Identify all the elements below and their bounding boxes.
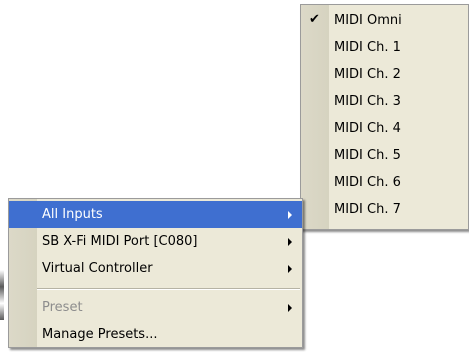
submenu-item-midi-ch-1[interactable]: MIDI Ch. 1: [301, 34, 468, 61]
submenu-item-label: MIDI Ch. 1: [334, 40, 401, 55]
menu-item-label: Virtual Controller: [42, 261, 153, 276]
submenu-item-label: MIDI Ch. 3: [334, 94, 401, 109]
menu-item-sb-xfi-midi-port[interactable]: SB X-Fi MIDI Port [C080]: [9, 228, 302, 255]
submenu-item-label: MIDI Ch. 4: [334, 121, 401, 136]
submenu-item-label: MIDI Ch. 5: [334, 148, 401, 163]
submenu-arrow-icon: [288, 211, 292, 219]
submenu-arrow-icon: [288, 265, 292, 273]
menu-item-label: Manage Presets...: [42, 327, 158, 342]
submenu-item-midi-ch-7[interactable]: MIDI Ch. 7: [301, 196, 468, 223]
checkmark-icon: ✔: [309, 12, 320, 27]
submenu-item-label: MIDI Omni: [334, 13, 402, 28]
submenu-item-midi-ch-4[interactable]: MIDI Ch. 4: [301, 115, 468, 142]
submenu-arrow-icon: [288, 304, 292, 312]
menu-separator: [37, 288, 300, 290]
submenu-item-midi-omni[interactable]: ✔ MIDI Omni: [301, 7, 468, 34]
menu-item-label: SB X-Fi MIDI Port [C080]: [42, 234, 198, 249]
midi-channel-submenu: ✔ MIDI Omni MIDI Ch. 1 MIDI Ch. 2 MIDI C…: [300, 4, 469, 230]
submenu-item-midi-ch-2[interactable]: MIDI Ch. 2: [301, 61, 468, 88]
submenu-item-midi-ch-6[interactable]: MIDI Ch. 6: [301, 169, 468, 196]
submenu-item-label: MIDI Ch. 6: [334, 175, 401, 190]
menu-item-virtual-controller[interactable]: Virtual Controller: [9, 255, 302, 282]
menu-item-preset: Preset: [9, 294, 302, 321]
menu-item-all-inputs[interactable]: All Inputs: [9, 201, 302, 228]
midi-input-context-menu: All Inputs SB X-Fi MIDI Port [C080] Virt…: [8, 198, 303, 348]
submenu-item-midi-ch-3[interactable]: MIDI Ch. 3: [301, 88, 468, 115]
submenu-item-label: MIDI Ch. 2: [334, 67, 401, 82]
submenu-arrow-icon: [288, 238, 292, 246]
submenu-item-midi-ch-5[interactable]: MIDI Ch. 5: [301, 142, 468, 169]
menu-item-label: All Inputs: [42, 207, 103, 222]
menu-item-label: Preset: [42, 300, 83, 315]
background-window-edge: [0, 270, 4, 320]
submenu-item-label: MIDI Ch. 7: [334, 202, 401, 217]
menu-item-manage-presets[interactable]: Manage Presets...: [9, 321, 302, 348]
